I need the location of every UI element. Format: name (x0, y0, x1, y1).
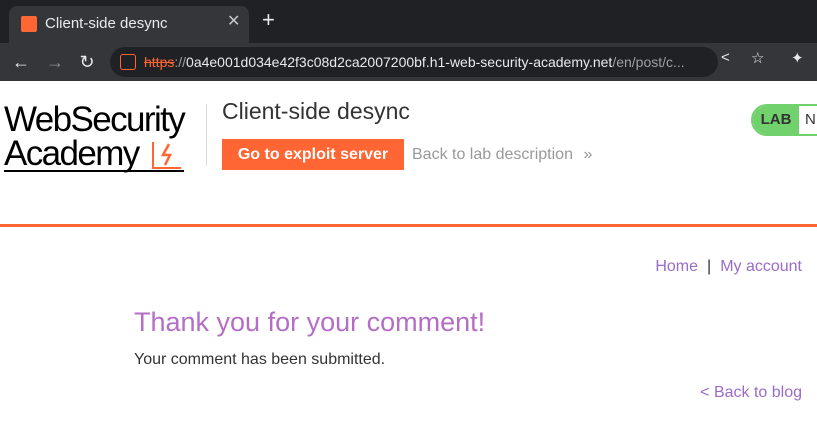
browser-toolbar: ← → ↻ https://0a4e001d034e42f3c08d2ca200… (0, 43, 817, 81)
back-to-lab-description-link[interactable]: Back to lab description » (412, 146, 592, 164)
confirmation-heading: Thank you for your comment! (134, 307, 486, 337)
browser-tab[interactable]: Client-side desync ✕ (9, 6, 249, 43)
account-nav: Home | My account (655, 258, 802, 276)
logo-text-line1: WebSecurity (4, 100, 186, 139)
lab-status-text: N (805, 111, 816, 128)
new-tab-icon[interactable]: + (262, 9, 275, 31)
home-link[interactable]: Home (655, 258, 698, 275)
academy-logo[interactable]: WebSecurity Academy (4, 102, 204, 174)
lightning-bolt-icon (152, 142, 181, 169)
double-chevron-icon: » (583, 146, 593, 163)
extensions-icon[interactable]: ✦ (791, 49, 804, 67)
go-to-exploit-server-button[interactable]: Go to exploit server (222, 139, 404, 170)
close-tab-icon[interactable]: ✕ (227, 13, 240, 31)
forward-arrow-icon[interactable]: → (44, 51, 66, 73)
nav-separator: | (707, 258, 712, 275)
address-bar[interactable]: https://0a4e001d034e42f3c08d2ca2007200bf… (110, 47, 718, 77)
bookmark-star-icon[interactable]: ☆ (751, 49, 764, 67)
lab-title: Client-side desync (222, 98, 410, 124)
tab-title: Client-side desync (45, 15, 168, 32)
url-text: https://0a4e001d034e42f3c08d2ca2007200bf… (144, 54, 685, 70)
confirmation-message: Your comment has been submitted. (134, 351, 386, 368)
logo-divider (206, 104, 207, 166)
back-to-blog-link[interactable]: < Back to blog (700, 384, 802, 402)
logo-text-line2: Academy (4, 134, 140, 173)
browser-tabbar: Client-side desync ✕ + (0, 0, 817, 43)
lab-status-widget: LAB N (751, 104, 817, 136)
back-arrow-icon[interactable]: ← (10, 51, 32, 73)
share-icon[interactable]: < (721, 49, 730, 66)
header-divider (0, 224, 817, 227)
reload-icon[interactable]: ↻ (76, 51, 98, 73)
back-to-lab-label: Back to lab description (412, 146, 573, 163)
my-account-link[interactable]: My account (720, 258, 802, 275)
favicon-icon (21, 16, 37, 32)
site-info-icon[interactable] (120, 54, 136, 70)
lab-badge-label: LAB (753, 106, 799, 134)
logo-underline (4, 170, 184, 172)
